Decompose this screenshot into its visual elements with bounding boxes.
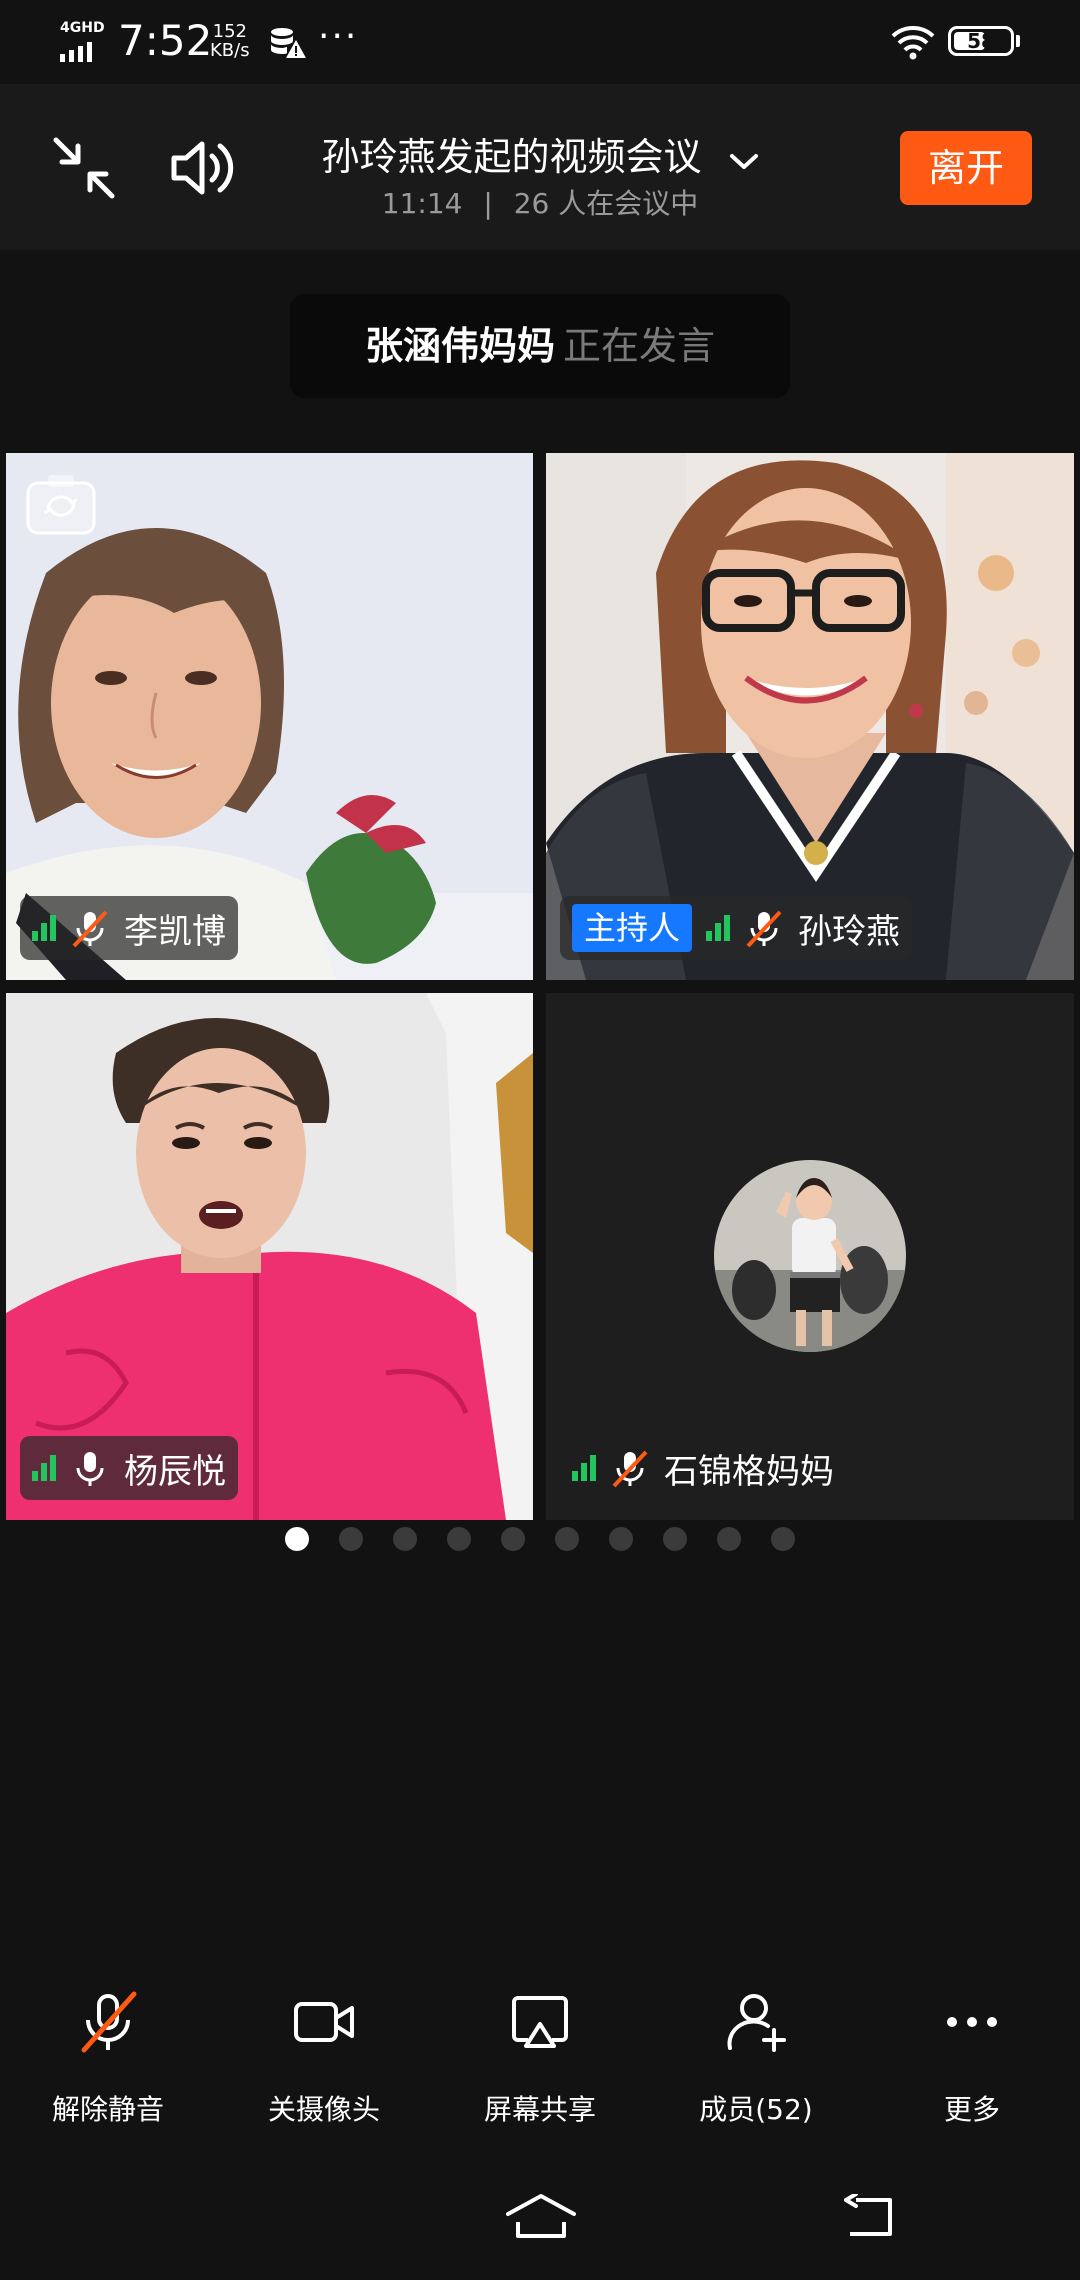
signal-strength-icon	[572, 1455, 596, 1481]
meeting-toolbar: 解除静音 关摄像头 屏幕共享 成员(52) 更多	[0, 1990, 1080, 2140]
camera-off-button[interactable]: 关摄像头	[216, 1990, 432, 2140]
participant-name: 杨辰悦	[124, 1451, 226, 1492]
cellular-signal-icon: 4GHD	[58, 20, 105, 62]
screen-share-icon	[512, 1996, 568, 2048]
system-navigation-bar	[0, 2168, 1080, 2280]
switch-camera-icon[interactable]	[24, 471, 98, 541]
battery-tip	[1016, 35, 1020, 47]
page-dot[interactable]	[717, 1527, 741, 1551]
participant-name: 孙玲燕	[798, 911, 901, 952]
page-dot[interactable]	[393, 1527, 417, 1551]
more-label: 更多	[943, 2093, 1000, 2126]
add-member-icon	[727, 1994, 786, 2052]
meeting-header: 孙玲燕发起的视频会议 11:14 | 26 人在会议中 离开	[0, 84, 1080, 250]
camera-off-label: 关摄像头	[267, 2093, 380, 2126]
network-type: 4GHD	[60, 20, 105, 36]
more-button[interactable]: 更多	[864, 1990, 1080, 2140]
active-speaker-name: 张涵伟妈妈	[364, 324, 555, 368]
participant-name: 李凯博	[124, 911, 226, 952]
screen-share-label: 屏幕共享	[483, 2093, 596, 2126]
network-speed-unit: KB/s	[210, 40, 250, 61]
leave-button[interactable]: 离开	[900, 131, 1032, 205]
active-speaker-status: 正在发言	[563, 324, 716, 368]
members-label: 成员(52)	[699, 2093, 813, 2126]
more-icon	[947, 2017, 997, 2027]
page-indicator[interactable]	[0, 1527, 1080, 1551]
video-camera-icon	[294, 2002, 354, 2042]
meeting-duration: 11:14	[381, 187, 463, 220]
page-dot[interactable]	[771, 1527, 795, 1551]
avatar	[714, 1160, 906, 1352]
screen-share-button[interactable]: 屏幕共享	[432, 1990, 648, 2140]
network-speed: 152 KB/s	[210, 22, 250, 60]
mic-muted-icon	[612, 1450, 648, 1488]
avatar-image	[714, 1160, 906, 1352]
unmute-button[interactable]: 解除静音	[0, 1990, 216, 2140]
participant-label: 李凯博	[20, 896, 238, 960]
participant-label: 主持人 孙玲燕	[560, 896, 913, 960]
page-dot[interactable]	[447, 1527, 471, 1551]
page-dot[interactable]	[555, 1527, 579, 1551]
video-tile[interactable]: 主持人 孙玲燕	[546, 453, 1074, 980]
unmute-label: 解除静音	[51, 2093, 164, 2126]
battery-icon: 58	[948, 26, 1014, 56]
back-icon[interactable]	[840, 2194, 896, 2240]
mic-muted-icon	[72, 910, 108, 948]
signal-strength-icon	[706, 915, 731, 941]
page-dot[interactable]	[663, 1527, 687, 1551]
active-speaker-banner: 张涵伟妈妈 正在发言	[290, 294, 790, 398]
mic-muted-icon	[746, 910, 782, 948]
mic-muted-icon	[81, 1991, 137, 2053]
more-status-icon: ···	[318, 16, 359, 57]
page-dot[interactable]	[339, 1527, 363, 1551]
signal-strength-icon	[32, 1455, 56, 1481]
status-bar: 4GHD 7:52 152 KB/s ··· 58	[0, 0, 1080, 84]
clock: 7:52	[118, 16, 213, 65]
network-speed-value: 152	[212, 21, 247, 42]
participant-name: 石锦格妈妈	[664, 1451, 834, 1492]
meeting-title: 孙玲燕发起的视频会议	[321, 135, 702, 179]
page-dot[interactable]	[609, 1527, 633, 1551]
signal-strength-icon	[32, 915, 56, 941]
participant-label: 杨辰悦	[20, 1436, 238, 1500]
members-button[interactable]: 成员(52)	[648, 1990, 864, 2140]
participant-label: 石锦格妈妈	[560, 1436, 846, 1500]
mic-icon	[76, 1452, 104, 1486]
chevron-down-icon[interactable]	[729, 152, 759, 172]
video-tile[interactable]: 李凯博	[6, 453, 533, 980]
subtitle-separator: |	[483, 187, 493, 220]
battery-level: 58	[967, 29, 995, 53]
page-dot[interactable]	[501, 1527, 525, 1551]
video-tile[interactable]: 石锦格妈妈	[546, 993, 1074, 1520]
page-dot[interactable]	[285, 1527, 309, 1551]
home-icon[interactable]	[504, 2192, 578, 2242]
data-warning-icon	[271, 28, 306, 58]
participant-count: 26 人在会议中	[513, 187, 699, 220]
video-tile[interactable]: 杨辰悦	[6, 993, 533, 1520]
wifi-icon	[891, 26, 935, 60]
host-badge: 主持人	[572, 904, 693, 952]
